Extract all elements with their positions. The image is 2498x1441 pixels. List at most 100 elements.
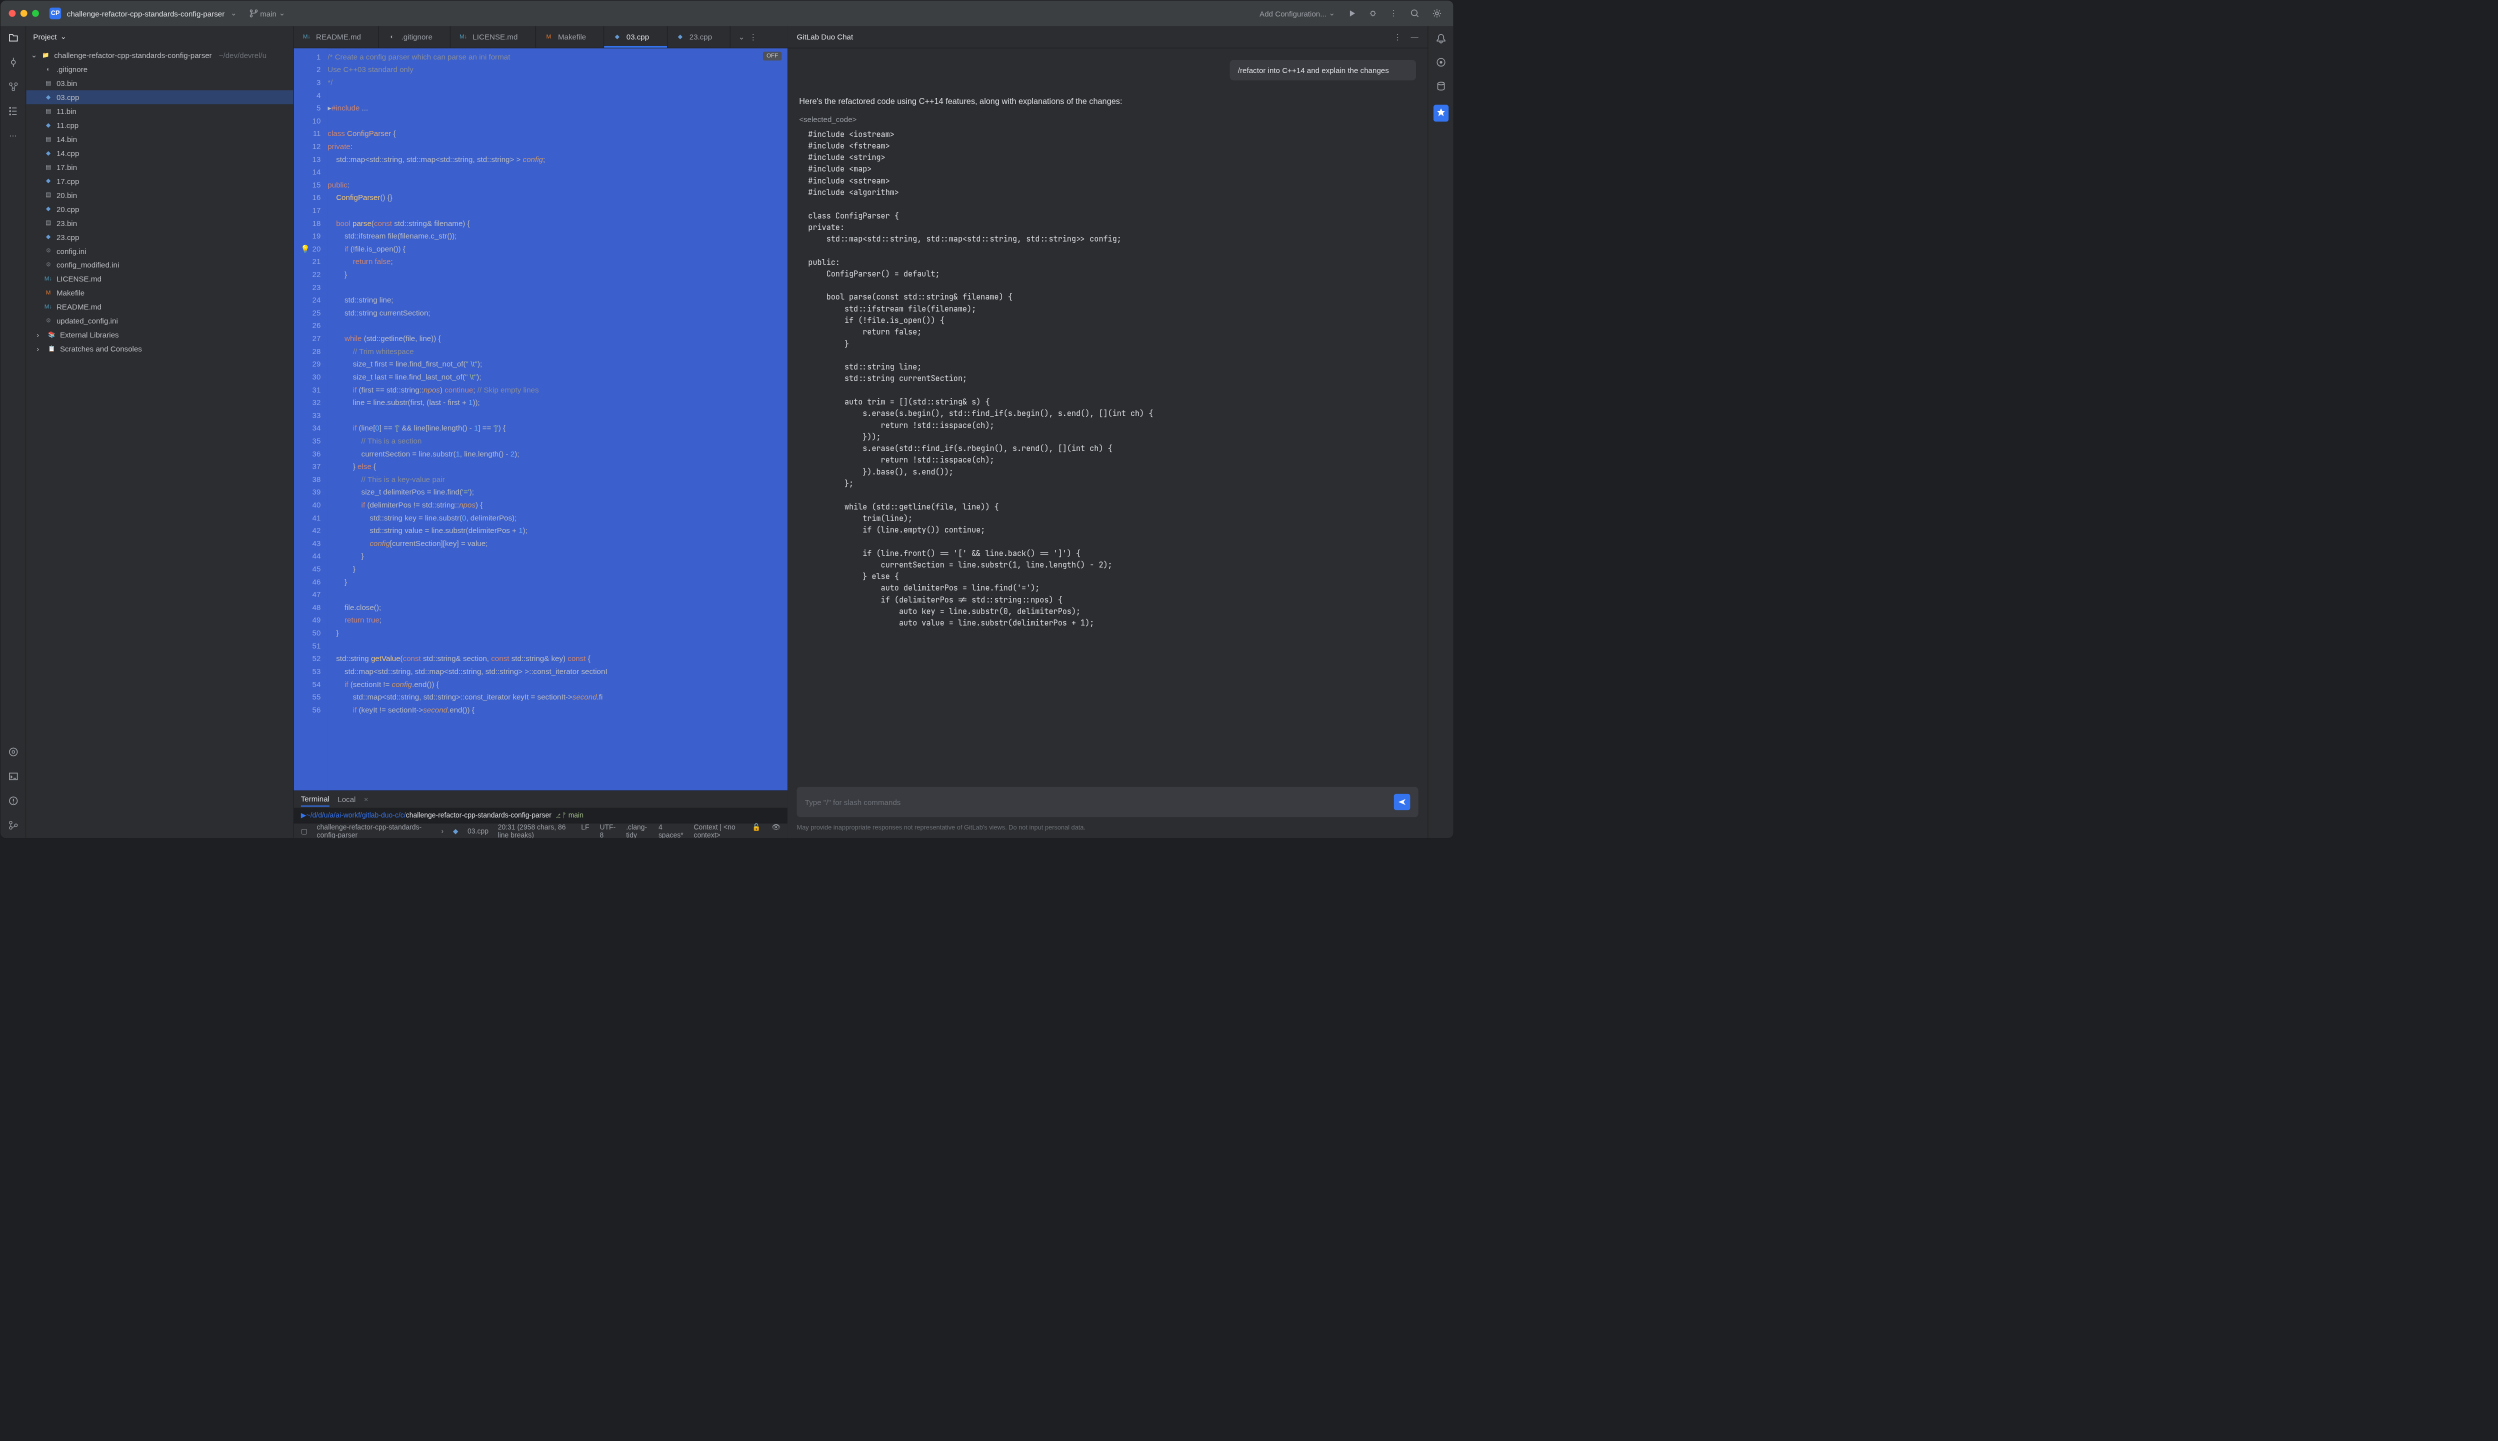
- tree-item-20-bin[interactable]: ▤20.bin: [26, 188, 293, 202]
- breadcrumb-file[interactable]: 03.cpp: [468, 827, 489, 835]
- vcs-branch[interactable]: main ⌄: [250, 9, 286, 18]
- terminal-tab[interactable]: Terminal: [301, 792, 330, 807]
- file-label: .gitignore: [56, 65, 87, 74]
- gitlab-duo-icon[interactable]: [1433, 105, 1448, 122]
- terminal-branch: ⎇ ᚠ main: [556, 811, 583, 819]
- ai-assistant-icon[interactable]: [1436, 57, 1446, 69]
- database-icon[interactable]: [1436, 81, 1446, 93]
- tree-item-11-bin[interactable]: ▤11.bin: [26, 104, 293, 118]
- tree-item-LICENSE-md[interactable]: M↓LICENSE.md: [26, 272, 293, 286]
- chevron-down-icon[interactable]: ⌄: [230, 9, 236, 18]
- minimize-icon[interactable]: —: [1411, 32, 1419, 41]
- terminal-content[interactable]: ▶ ~/d/d/u/a/ai-workf/gitlab-duo-c/c/ cha…: [294, 808, 788, 823]
- close-icon[interactable]: ×: [364, 795, 368, 804]
- tree-item-03-bin[interactable]: ▤03.bin: [26, 76, 293, 90]
- chat-ai-code: #include <iostream> #include <fstream> #…: [799, 129, 1416, 630]
- breadcrumb-project[interactable]: challenge-refactor-cpp-standards-config-…: [317, 823, 432, 839]
- tree-item-23-bin[interactable]: ▤23.bin: [26, 216, 293, 230]
- file-label: 20.bin: [56, 191, 77, 200]
- tree-item-17-cpp[interactable]: ◆17.cpp: [26, 174, 293, 188]
- cpp-icon: ◆: [44, 232, 53, 241]
- status-indent[interactable]: 4 spaces*: [658, 823, 683, 839]
- tree-item-config-ini[interactable]: ⚙config.ini: [26, 244, 293, 258]
- search-button[interactable]: [1407, 5, 1423, 21]
- file-label: 17.bin: [56, 163, 77, 172]
- more-icon[interactable]: ⋮: [1394, 32, 1402, 41]
- commit-tool-icon[interactable]: [7, 56, 19, 68]
- notifications-icon[interactable]: [1436, 33, 1446, 45]
- status-context[interactable]: Context | <no context>: [694, 823, 742, 839]
- problems-tool-icon[interactable]: [7, 795, 19, 807]
- make-icon: M: [544, 32, 553, 41]
- run-button[interactable]: [1344, 6, 1359, 21]
- tab-23-cpp[interactable]: ◆23.cpp×: [667, 26, 730, 48]
- tree-external-libs[interactable]: › 📚 External Libraries: [26, 328, 293, 342]
- settings-button[interactable]: [1429, 5, 1445, 21]
- add-configuration-button[interactable]: Add Configuration... ⌄: [1256, 5, 1339, 21]
- libs-label: External Libraries: [60, 330, 119, 339]
- tree-item-14-bin[interactable]: ▤14.bin: [26, 132, 293, 146]
- status-position[interactable]: 20:31 (2958 chars, 86 line breaks): [498, 823, 571, 839]
- search-icon: [1410, 9, 1419, 18]
- chat-title: GitLab Duo Chat: [797, 33, 853, 42]
- git-tool-icon[interactable]: [7, 819, 19, 831]
- tree-item-updated_config-ini[interactable]: ⚙updated_config.ini: [26, 314, 293, 328]
- project-name[interactable]: challenge-refactor-cpp-standards-config-…: [67, 9, 225, 18]
- build-tool-icon[interactable]: [7, 746, 19, 758]
- tab--gitignore[interactable]: ◐.gitignore×: [379, 26, 450, 48]
- ini-icon: ⚙: [44, 260, 53, 269]
- tree-root[interactable]: ⌄ 📁 challenge-refactor-cpp-standards-con…: [26, 48, 293, 62]
- bug-icon: [1369, 9, 1377, 17]
- tree-item-Makefile[interactable]: MMakefile: [26, 286, 293, 300]
- file-label: Makefile: [56, 288, 84, 297]
- tabs-dropdown-icon[interactable]: ⌄: [738, 32, 744, 41]
- tree-item--gitignore[interactable]: ◐.gitignore: [26, 62, 293, 76]
- tab-LICENSE-md[interactable]: M↓LICENSE.md×: [451, 26, 536, 48]
- close-icon[interactable]: [9, 10, 16, 17]
- debug-button[interactable]: [1365, 6, 1380, 21]
- send-button[interactable]: [1394, 794, 1410, 810]
- tree-item-11-cpp[interactable]: ◆11.cpp: [26, 118, 293, 132]
- tree-item-20-cpp[interactable]: ◆20.cpp: [26, 202, 293, 216]
- bookmarks-tool-icon[interactable]: [7, 81, 19, 93]
- scratches-label: Scratches and Consoles: [60, 344, 142, 353]
- right-toolbar: [1428, 26, 1454, 838]
- minimize-icon[interactable]: [20, 10, 27, 17]
- tree-item-README-md[interactable]: M↓README.md: [26, 300, 293, 314]
- cpp-icon: ◆: [44, 93, 53, 102]
- md-icon: M↓: [459, 32, 468, 41]
- tree-item-14-cpp[interactable]: ◆14.cpp: [26, 146, 293, 160]
- tab-Makefile[interactable]: MMakefile×: [536, 26, 604, 48]
- code-editor[interactable]: OFF 1234510111213141516171819💡 202122232…: [294, 48, 788, 790]
- more-button[interactable]: ⋮: [1386, 5, 1401, 21]
- cpp-icon: ◆: [44, 176, 53, 185]
- tree-item-config_modified-ini[interactable]: ⚙config_modified.ini: [26, 258, 293, 272]
- sidebar-header[interactable]: Project ⌄: [26, 26, 293, 47]
- chat-header: GitLab Duo Chat ⋮ —: [787, 26, 1427, 48]
- chat-input[interactable]: [797, 787, 1419, 817]
- more-tools-icon[interactable]: ⋯: [7, 130, 19, 142]
- status-separator[interactable]: LF: [581, 823, 589, 839]
- reader-icon[interactable]: 👁: [772, 823, 781, 839]
- lock-icon[interactable]: 🔓: [752, 823, 761, 839]
- editor-tabs: M↓README.md×◐.gitignore×M↓LICENSE.md×MMa…: [294, 26, 788, 48]
- terminal-local-tab[interactable]: Local: [338, 795, 356, 804]
- maximize-icon[interactable]: [32, 10, 39, 17]
- file-label: 03.cpp: [56, 93, 79, 102]
- tree-item-23-cpp[interactable]: ◆23.cpp: [26, 230, 293, 244]
- structure-tool-icon[interactable]: [7, 105, 19, 117]
- tree-item-17-bin[interactable]: ▤17.bin: [26, 160, 293, 174]
- status-encoding[interactable]: UTF-8: [600, 823, 616, 839]
- status-lang[interactable]: .clang-tidy: [626, 823, 648, 839]
- editor-content[interactable]: /* Create a config parser which can pars…: [328, 48, 788, 790]
- tab-03-cpp[interactable]: ◆03.cpp×: [604, 26, 667, 48]
- project-tool-icon[interactable]: [7, 32, 19, 44]
- tab-README-md[interactable]: M↓README.md×: [294, 26, 379, 48]
- chat-input-wrap: [787, 780, 1427, 824]
- chat-input-field[interactable]: [805, 798, 1394, 807]
- cpp-icon: ◆: [612, 32, 621, 41]
- tree-item-03-cpp[interactable]: ◆03.cpp: [26, 90, 293, 104]
- tabs-more-icon[interactable]: ⋮: [749, 32, 757, 41]
- tree-scratches[interactable]: › 📋 Scratches and Consoles: [26, 342, 293, 356]
- terminal-tool-icon[interactable]: [7, 771, 19, 783]
